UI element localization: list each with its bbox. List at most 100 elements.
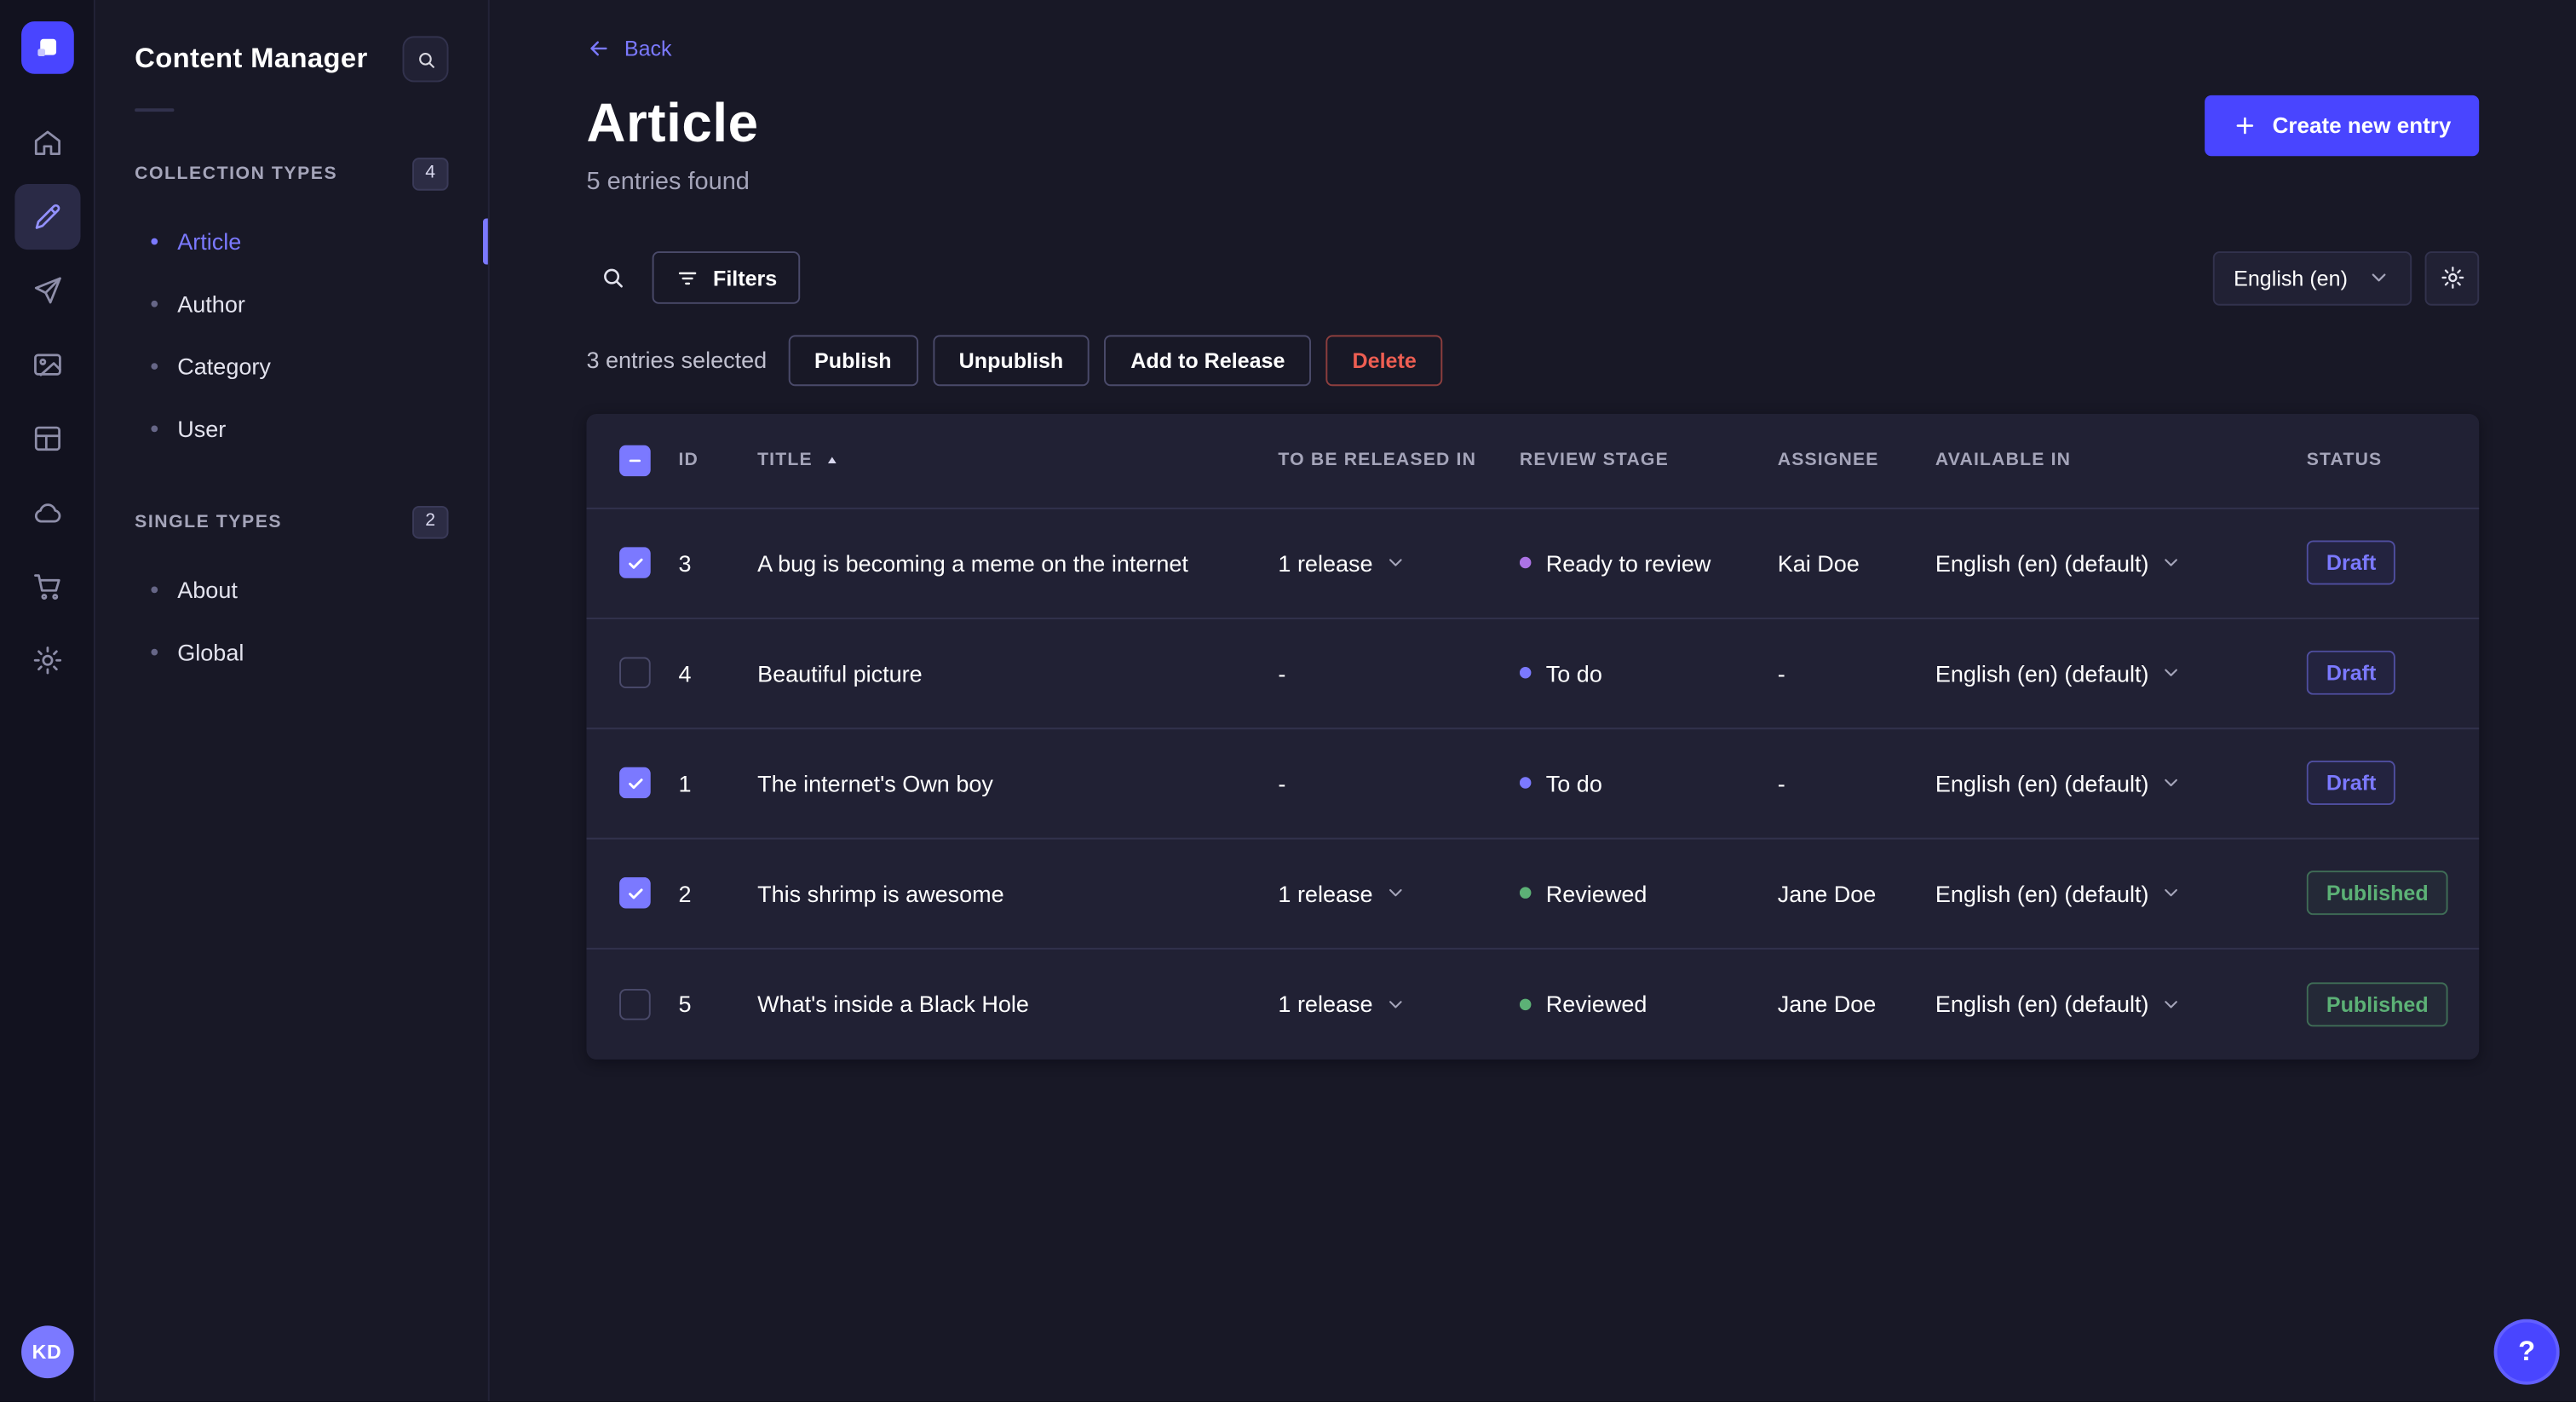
check-icon bbox=[628, 779, 642, 790]
table-row[interactable]: 3 A bug is becoming a meme on the intern… bbox=[586, 509, 2480, 619]
subnav-item-category[interactable]: Category bbox=[95, 335, 488, 397]
status-badge: Draft bbox=[2306, 761, 2396, 806]
subnav-title: Content Manager bbox=[135, 43, 368, 74]
search-icon bbox=[418, 52, 434, 67]
subnav-item-about[interactable]: About bbox=[95, 559, 488, 621]
indeterminate-icon bbox=[629, 459, 641, 463]
col-header-id[interactable]: ID bbox=[678, 451, 757, 470]
release-label: 1 release bbox=[1278, 880, 1373, 907]
locale-label: English (en) (default) bbox=[1935, 991, 2149, 1018]
status-badge: Published bbox=[2306, 982, 2448, 1027]
page-title: Article bbox=[586, 91, 759, 153]
col-header-release: TO BE RELEASED IN bbox=[1278, 451, 1477, 471]
subnav-section: SINGLE TYPES 2 About Global bbox=[95, 503, 488, 683]
rail-icons bbox=[14, 110, 80, 693]
subnav-item-global[interactable]: Global bbox=[95, 621, 488, 683]
create-entry-button[interactable]: Create new entry bbox=[2205, 95, 2480, 157]
release-cell-group[interactable]: 1 release bbox=[1278, 991, 1406, 1018]
release-label: - bbox=[1278, 660, 1286, 687]
nav-content-manager-button[interactable] bbox=[14, 183, 80, 250]
release-cell-group[interactable]: 1 release bbox=[1278, 880, 1406, 907]
add-to-release-button[interactable]: Add to Release bbox=[1104, 335, 1312, 387]
release-cell-group: - bbox=[1278, 660, 1285, 687]
delete-button[interactable]: Delete bbox=[1325, 335, 1443, 387]
locale-select[interactable]: English (en) bbox=[2212, 250, 2412, 306]
section-label: COLLECTION TYPES bbox=[135, 164, 338, 184]
bullet-dot-icon bbox=[151, 238, 158, 245]
row-checkbox[interactable] bbox=[619, 658, 651, 689]
release-label: 1 release bbox=[1278, 991, 1373, 1018]
toolbar: Filters English (en) bbox=[587, 250, 2480, 306]
row-checkbox[interactable] bbox=[619, 988, 651, 1020]
search-button[interactable] bbox=[587, 252, 640, 305]
table-row[interactable]: 4 Beautiful picture - To do - English (e… bbox=[586, 619, 2480, 730]
subnav-divider bbox=[135, 108, 175, 112]
row-checkbox[interactable] bbox=[619, 767, 651, 800]
col-header-available-in: AVAILABLE IN bbox=[1935, 451, 2072, 471]
back-label: Back bbox=[624, 36, 672, 61]
nav-marketplace-button[interactable] bbox=[14, 554, 79, 619]
subnav-section: COLLECTION TYPES 4 Article Author Catego… bbox=[95, 154, 488, 460]
entry-title: Beautiful picture bbox=[757, 660, 923, 687]
help-button[interactable]: ? bbox=[2493, 1319, 2560, 1385]
locale-cell-group[interactable]: English (en) (default) bbox=[1935, 660, 2182, 687]
selection-row: 3 entries selected Publish Unpublish Add… bbox=[587, 335, 2480, 387]
settings-icon bbox=[32, 646, 61, 675]
select-all-checkbox[interactable] bbox=[619, 445, 651, 477]
locale-cell-group[interactable]: English (en) (default) bbox=[1935, 991, 2182, 1018]
col-header-assignee: ASSIGNEE bbox=[1777, 451, 1879, 471]
subnav-item-author[interactable]: Author bbox=[95, 273, 488, 335]
chevron-down-icon bbox=[2372, 274, 2386, 283]
subnav-item-user[interactable]: User bbox=[95, 398, 488, 460]
chevron-down-icon bbox=[1389, 1001, 1401, 1008]
subnav-item-label: About bbox=[177, 576, 238, 603]
plus-icon bbox=[2237, 117, 2254, 135]
subnav-item-label: Category bbox=[177, 353, 271, 380]
locale-cell-group[interactable]: English (en) (default) bbox=[1935, 881, 2182, 906]
filters-button[interactable]: Filters bbox=[652, 251, 801, 305]
subnav-item-label: Global bbox=[177, 639, 244, 666]
stage-dot bbox=[1519, 998, 1532, 1010]
locale-select-value: English (en) bbox=[2234, 266, 2348, 291]
table-row[interactable]: 5 What's inside a Black Hole 1 release R… bbox=[587, 950, 2480, 1060]
review-stage-label: Ready to review bbox=[1545, 549, 1711, 577]
nav-media-library-button[interactable] bbox=[14, 332, 79, 398]
release-cell-group[interactable]: 1 release bbox=[1278, 550, 1406, 577]
unpublish-button[interactable]: Unpublish bbox=[932, 335, 1090, 387]
entry-title: What's inside a Black Hole bbox=[757, 991, 1029, 1018]
nav-home-button[interactable] bbox=[14, 110, 79, 175]
nav-content-type-builder-button[interactable] bbox=[14, 405, 79, 471]
sort-ascending-icon bbox=[827, 457, 836, 463]
review-stage-label: Reviewed bbox=[1545, 991, 1647, 1018]
stage-dot bbox=[1519, 778, 1532, 790]
release-cell-group: - bbox=[1278, 770, 1285, 796]
subnav-item-label: User bbox=[177, 415, 227, 442]
table-row[interactable]: 1 The internet's Own boy - To do - Engli… bbox=[586, 729, 2480, 840]
row-checkbox[interactable] bbox=[619, 548, 651, 579]
user-avatar[interactable]: KD bbox=[20, 1325, 73, 1379]
row-checkbox[interactable] bbox=[619, 877, 651, 910]
col-header-title[interactable]: TITLE bbox=[757, 451, 1278, 470]
subnav-item-label: Article bbox=[177, 228, 242, 255]
table-row[interactable]: 2 This shrimp is awesome 1 release Revie… bbox=[586, 839, 2480, 950]
locale-cell-group[interactable]: English (en) (default) bbox=[1935, 550, 2182, 577]
entry-id: 4 bbox=[678, 660, 692, 687]
publish-button[interactable]: Publish bbox=[788, 335, 918, 387]
assignee-label: Jane Doe bbox=[1777, 880, 1877, 907]
assignee-label: - bbox=[1777, 770, 1785, 797]
strapi-logo[interactable] bbox=[20, 21, 73, 74]
marketplace-icon bbox=[33, 574, 60, 600]
assignee-label: - bbox=[1777, 660, 1785, 687]
assignee-label: Jane Doe bbox=[1777, 991, 1877, 1018]
subnav-item-article[interactable]: Article bbox=[95, 210, 488, 273]
back-link[interactable]: Back bbox=[587, 36, 672, 60]
subnav-search-button[interactable] bbox=[402, 36, 449, 83]
check-icon bbox=[628, 558, 642, 569]
nav-releases-button[interactable] bbox=[14, 258, 79, 324]
locale-label: English (en) (default) bbox=[1935, 770, 2149, 797]
nav-deploy-button[interactable] bbox=[14, 480, 79, 545]
view-settings-button[interactable] bbox=[2424, 250, 2480, 306]
release-label: - bbox=[1278, 770, 1286, 797]
locale-cell-group[interactable]: English (en) (default) bbox=[1935, 770, 2182, 796]
nav-settings-button[interactable] bbox=[14, 628, 79, 693]
